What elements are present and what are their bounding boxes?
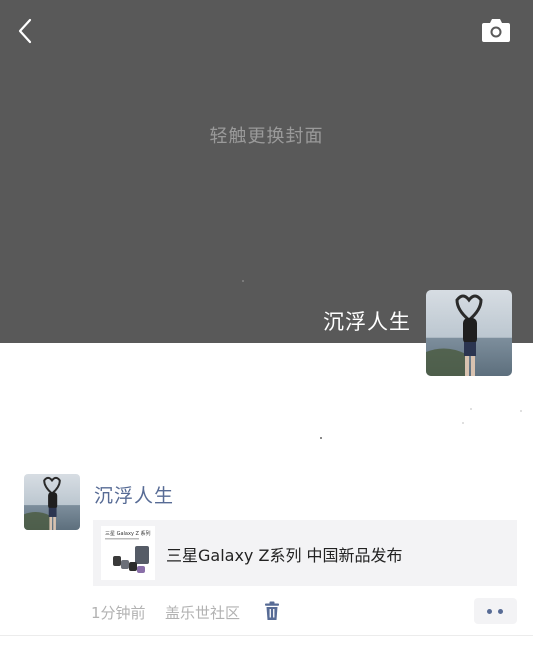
- moments-page: 轻触更换封面 沉浮人生 沉浮人生 三星 Galaxy Z 系列 三星Galaxy…: [0, 0, 533, 650]
- bg-speck: [470, 408, 472, 410]
- shared-link-title: 三星Galaxy Z系列 中国新品发布: [166, 546, 403, 565]
- post-source-link[interactable]: 盖乐世社区: [165, 602, 240, 623]
- delete-button[interactable]: [263, 601, 281, 621]
- trash-icon: [265, 601, 279, 620]
- profile-name: 沉浮人生: [323, 310, 411, 334]
- post-time: 1分钟前: [91, 604, 146, 622]
- chevron-left-icon: [18, 18, 32, 44]
- more-dots-icon: [487, 609, 492, 614]
- avatar-photo: [24, 474, 80, 530]
- moment-post: 沉浮人生 三星 Galaxy Z 系列 三星Galaxy Z系列 中国新品发布 …: [0, 465, 533, 637]
- thumbnail-caption: 三星 Galaxy Z 系列: [105, 530, 151, 537]
- bg-speck: [320, 437, 322, 439]
- bg-speck: [520, 410, 522, 412]
- post-divider: [0, 635, 533, 636]
- shared-link-card[interactable]: 三星 Galaxy Z 系列 三星Galaxy Z系列 中国新品发布: [93, 520, 517, 586]
- camera-icon: [482, 19, 510, 42]
- shared-link-thumbnail: 三星 Galaxy Z 系列: [101, 526, 155, 580]
- post-author-name[interactable]: 沉浮人生: [94, 481, 174, 508]
- profile-avatar[interactable]: [426, 290, 512, 376]
- post-author-avatar[interactable]: [24, 474, 80, 530]
- thumbnail-image: 三星 Galaxy Z 系列: [101, 526, 155, 580]
- bg-speck: [462, 422, 464, 424]
- camera-button[interactable]: [480, 18, 512, 44]
- cover-speck: [242, 280, 244, 282]
- avatar-photo: [426, 290, 512, 376]
- change-cover-hint[interactable]: 轻触更换封面: [0, 122, 533, 148]
- back-button[interactable]: [12, 16, 40, 46]
- more-actions-button[interactable]: [474, 598, 517, 624]
- more-dots-icon: [498, 609, 503, 614]
